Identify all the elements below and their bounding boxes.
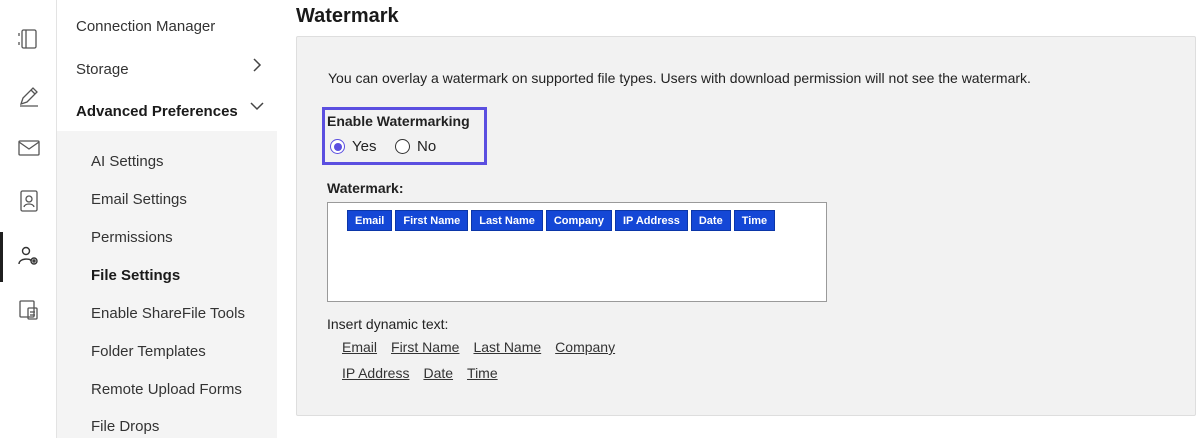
- chip-email[interactable]: Email: [347, 210, 393, 231]
- panel-toggle-icon[interactable]: [0, 19, 57, 59]
- radio-yes-label: Yes: [352, 138, 377, 155]
- enable-watermarking-label: Enable Watermarking: [327, 113, 470, 129]
- link-last-name[interactable]: Last Name: [473, 339, 541, 355]
- chip-first-name[interactable]: First Name: [395, 210, 469, 231]
- nav-sub-folder-templates[interactable]: Folder Templates: [91, 343, 206, 360]
- nav-sub-permissions[interactable]: Permissions: [91, 229, 173, 246]
- radio-no-indicator[interactable]: [395, 139, 410, 154]
- insert-dynamic-text-label: Insert dynamic text:: [327, 316, 449, 332]
- watermark-panel: You can overlay a watermark on supported…: [296, 36, 1196, 416]
- link-company[interactable]: Company: [555, 339, 615, 355]
- chip-company[interactable]: Company: [545, 210, 612, 231]
- tablet-icon[interactable]: [0, 290, 57, 330]
- radio-no[interactable]: No: [395, 138, 436, 155]
- watermark-chips: Email First Name Last Name Company IP Ad…: [347, 210, 776, 231]
- nav-sub-file-drops[interactable]: File Drops: [91, 418, 159, 435]
- advanced-preferences-submenu: AI Settings Email Settings Permissions F…: [57, 131, 277, 438]
- nav-item-connection-manager[interactable]: Connection Manager: [76, 18, 215, 35]
- nav-sub-email-settings[interactable]: Email Settings: [91, 191, 187, 208]
- user-settings-icon[interactable]: [0, 236, 57, 276]
- nav-sub-enable-sharefile-tools[interactable]: Enable ShareFile Tools: [91, 305, 245, 322]
- link-email[interactable]: Email: [342, 339, 377, 355]
- radio-yes[interactable]: Yes: [330, 138, 376, 155]
- chip-ip-address[interactable]: IP Address: [614, 210, 688, 231]
- radio-yes-indicator[interactable]: [330, 139, 345, 154]
- nav-item-storage[interactable]: Storage: [76, 61, 129, 78]
- link-first-name[interactable]: First Name: [391, 339, 459, 355]
- dynamic-links-row-2: IP Address Date Time: [342, 365, 498, 381]
- dynamic-links-row-1: Email First Name Last Name Company: [342, 339, 615, 355]
- link-time[interactable]: Time: [467, 365, 498, 381]
- pen-icon[interactable]: [0, 76, 57, 116]
- nav-sub-ai-settings[interactable]: AI Settings: [91, 153, 164, 170]
- watermark-label: Watermark:: [327, 180, 404, 196]
- nav-sub-remote-upload-forms[interactable]: Remote Upload Forms: [91, 381, 242, 398]
- chip-time[interactable]: Time: [733, 210, 776, 231]
- settings-nav: Connection Manager Storage Advanced Pref…: [57, 0, 277, 438]
- icon-rail: [0, 0, 57, 438]
- watermark-text-area[interactable]: Email First Name Last Name Company IP Ad…: [327, 202, 827, 302]
- watermark-description: You can overlay a watermark on supported…: [328, 70, 1031, 86]
- link-ip-address[interactable]: IP Address: [342, 365, 409, 381]
- link-date[interactable]: Date: [423, 365, 453, 381]
- chevron-right-icon[interactable]: [250, 58, 264, 72]
- mail-icon[interactable]: [0, 128, 57, 168]
- radio-no-label: No: [417, 138, 437, 155]
- chevron-down-icon[interactable]: [250, 99, 264, 113]
- page-title: Watermark: [296, 5, 399, 27]
- nav-item-advanced-preferences[interactable]: Advanced Preferences: [76, 103, 238, 120]
- contacts-icon[interactable]: [0, 181, 57, 221]
- chip-last-name[interactable]: Last Name: [471, 210, 543, 231]
- nav-sub-file-settings[interactable]: File Settings: [91, 267, 180, 284]
- chip-date[interactable]: Date: [690, 210, 731, 231]
